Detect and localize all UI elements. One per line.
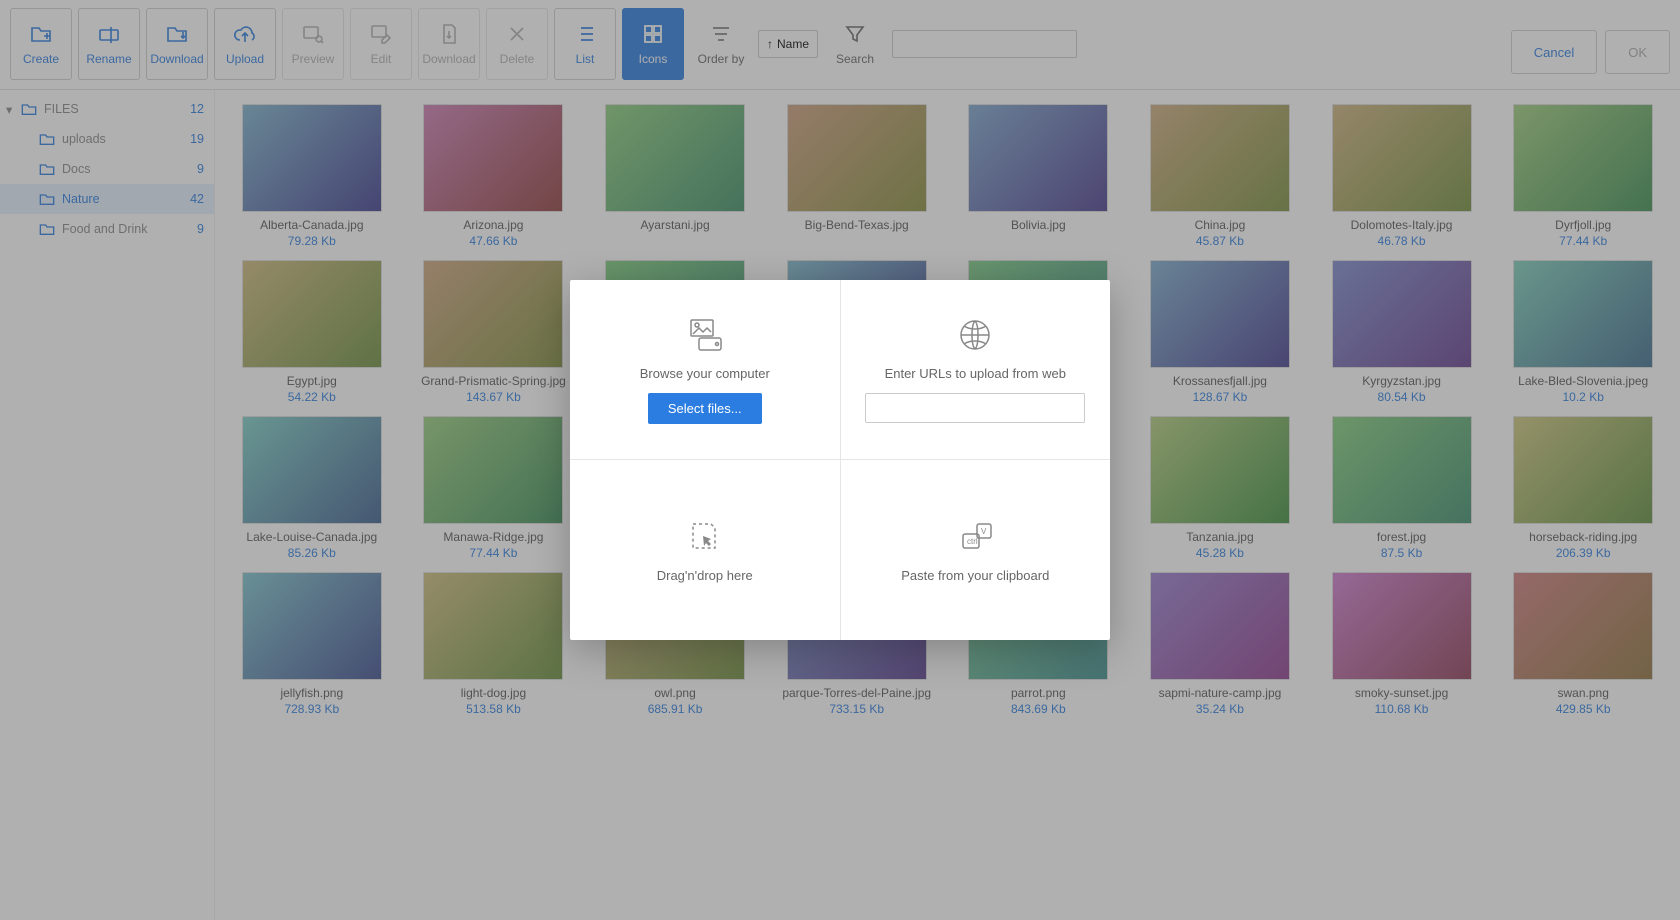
svg-text:ctrl: ctrl [967,537,978,546]
browse-computer-icon [685,316,725,354]
svg-text:V: V [981,527,987,536]
paste-clipboard-icon: ctrlV [955,518,995,556]
url-input[interactable] [865,393,1085,423]
select-files-button[interactable]: Select files... [648,393,762,424]
upload-dialog: Browse your computer Select files... Ent… [570,280,1110,640]
dragdrop-panel[interactable]: Drag'n'drop here [570,460,841,640]
paste-panel[interactable]: ctrlV Paste from your clipboard [841,460,1111,640]
modal-overlay[interactable]: Browse your computer Select files... Ent… [0,0,1680,920]
dragdrop-icon [685,518,725,556]
globe-icon [955,316,995,354]
url-panel: Enter URLs to upload from web [841,280,1111,460]
browse-panel: Browse your computer Select files... [570,280,841,460]
